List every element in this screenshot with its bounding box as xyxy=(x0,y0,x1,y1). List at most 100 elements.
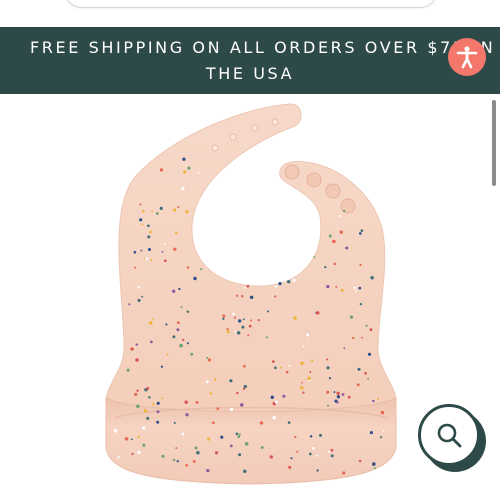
speckle xyxy=(382,429,385,432)
speckle xyxy=(336,401,339,404)
speckle xyxy=(236,331,241,335)
speckle xyxy=(139,218,143,222)
speckle xyxy=(266,310,270,313)
speckle xyxy=(130,347,134,351)
speckle xyxy=(315,454,318,457)
speckle xyxy=(141,295,144,298)
speckle xyxy=(342,209,346,213)
speckle xyxy=(229,444,233,448)
banner-text-line-1: FREE SHIPPING ON ALL ORDERS OVER $75 IN xyxy=(30,38,496,57)
speckle xyxy=(165,323,168,326)
speckle xyxy=(200,268,203,271)
speckle xyxy=(364,371,367,375)
speckle xyxy=(226,327,229,331)
speckle xyxy=(274,400,278,404)
speckle xyxy=(152,317,155,320)
banner-text-line-2: THE USA xyxy=(205,64,295,83)
speckle xyxy=(185,413,189,417)
speckle xyxy=(193,276,197,281)
speckle xyxy=(176,460,179,463)
speckle xyxy=(355,290,357,293)
speckle xyxy=(326,390,330,394)
speckle xyxy=(300,361,304,365)
speckle xyxy=(274,366,277,370)
speckle xyxy=(113,429,118,433)
speckle xyxy=(241,325,245,329)
speckle xyxy=(376,397,379,400)
speckle xyxy=(248,324,252,328)
speckle xyxy=(288,364,291,367)
speckle xyxy=(282,394,286,398)
speckle xyxy=(309,435,313,438)
speckle xyxy=(328,234,332,238)
speckle xyxy=(126,368,130,372)
speckle xyxy=(148,248,151,251)
speckle xyxy=(156,401,160,405)
speckle xyxy=(367,377,370,380)
speckle xyxy=(327,404,330,407)
speckle xyxy=(185,463,188,467)
speckle xyxy=(241,295,244,298)
speckle xyxy=(238,453,242,457)
speckle xyxy=(306,333,310,337)
speckle xyxy=(326,358,329,361)
speckle xyxy=(372,462,376,466)
speckle xyxy=(235,432,239,436)
speckle xyxy=(209,392,213,395)
speckle xyxy=(365,324,368,327)
speckle xyxy=(186,266,190,269)
speckle xyxy=(172,335,176,339)
speckle xyxy=(147,224,150,228)
speckle xyxy=(142,443,146,447)
speckle xyxy=(324,265,327,269)
speckle xyxy=(237,435,241,438)
speckle xyxy=(280,366,282,369)
product-image-bib[interactable] xyxy=(100,98,400,490)
scrollbar[interactable] xyxy=(492,100,496,186)
speckle xyxy=(135,358,139,362)
speckle xyxy=(180,306,183,309)
speckle xyxy=(222,314,226,318)
speckle xyxy=(358,286,362,290)
speckle xyxy=(128,303,131,306)
speckle xyxy=(294,435,297,439)
speckle xyxy=(326,284,330,289)
speckle xyxy=(226,330,230,334)
speckle xyxy=(150,259,153,261)
search-bar[interactable] xyxy=(64,0,438,8)
speckle xyxy=(243,286,246,289)
speckle xyxy=(340,288,344,292)
speckle xyxy=(159,168,164,172)
speckle xyxy=(302,345,305,348)
speckle xyxy=(152,402,155,406)
speckle xyxy=(302,391,305,394)
speckle xyxy=(330,448,334,452)
speckle xyxy=(186,342,189,345)
speckle xyxy=(148,396,151,399)
speckle xyxy=(185,209,189,214)
speckle xyxy=(186,310,189,313)
accessibility-button[interactable] xyxy=(448,38,486,76)
speckle xyxy=(207,437,211,441)
speckle xyxy=(146,386,150,390)
speckle xyxy=(234,316,236,319)
speckle xyxy=(360,229,364,232)
speckle xyxy=(240,403,244,407)
speckle xyxy=(353,286,356,289)
speckle xyxy=(299,386,304,390)
speckle xyxy=(160,365,164,368)
accessibility-icon xyxy=(456,46,478,69)
search-button[interactable] xyxy=(418,404,480,466)
speckle xyxy=(359,302,363,306)
speckle xyxy=(141,223,144,226)
speckle xyxy=(149,230,152,234)
speckle xyxy=(117,456,120,459)
speckle xyxy=(229,407,234,412)
speckle xyxy=(181,187,185,191)
speckle xyxy=(143,409,148,413)
speckle xyxy=(238,319,242,323)
speckle xyxy=(243,384,247,389)
speckle xyxy=(341,393,345,396)
speckle xyxy=(141,210,145,213)
speckle xyxy=(206,468,210,473)
